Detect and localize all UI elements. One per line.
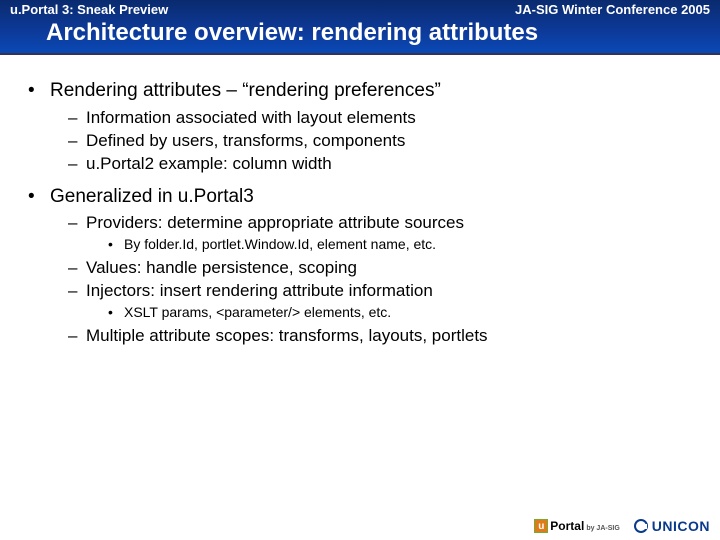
sub-list: –Information associated with layout elem…: [68, 107, 692, 175]
bullet-text: Multiple attribute scopes: transforms, l…: [86, 325, 488, 346]
sub-sub-list: •By folder.Id, portlet.Window.Id, elemen…: [108, 236, 692, 254]
bullet-text: Rendering attributes – “rendering prefer…: [50, 79, 441, 103]
slide-footer: u Portal by JA-SIG UNICON: [534, 518, 710, 534]
unicon-logo-icon: [634, 519, 648, 533]
slide-header: u.Portal 3: Sneak Preview JA-SIG Winter …: [0, 0, 720, 55]
dot-bullet-icon: •: [108, 304, 124, 322]
header-left-text: u.Portal 3: Sneak Preview: [10, 2, 168, 17]
bullet-list: • Rendering attributes – “rendering pref…: [28, 79, 692, 346]
header-right-text: JA-SIG Winter Conference 2005: [515, 2, 710, 17]
dash-bullet-icon: –: [68, 153, 86, 174]
header-top-row: u.Portal 3: Sneak Preview JA-SIG Winter …: [10, 2, 710, 17]
list-item: –Defined by users, transforms, component…: [68, 130, 692, 151]
bullet-text: Information associated with layout eleme…: [86, 107, 416, 128]
bullet-text: Providers: determine appropriate attribu…: [86, 212, 464, 233]
bullet-text: XSLT params, <parameter/> elements, etc.: [124, 304, 391, 322]
disc-bullet-icon: •: [28, 79, 50, 103]
list-item: –Providers: determine appropriate attrib…: [68, 212, 692, 253]
uportal-logo-text: Portal: [550, 519, 584, 533]
disc-bullet-icon: •: [28, 185, 50, 209]
bullet-text: Defined by users, transforms, components: [86, 130, 405, 151]
slide-title: Architecture overview: rendering attribu…: [10, 17, 710, 49]
uportal-logo-icon: u: [534, 519, 548, 533]
list-item: –Multiple attribute scopes: transforms, …: [68, 325, 692, 346]
list-item: •XSLT params, <parameter/> elements, etc…: [108, 304, 692, 322]
list-item: –u.Portal2 example: column width: [68, 153, 692, 174]
sub-list: –Providers: determine appropriate attrib…: [68, 212, 692, 346]
list-item: • Generalized in u.Portal3 –Providers: d…: [28, 185, 692, 347]
bullet-text: By folder.Id, portlet.Window.Id, element…: [124, 236, 436, 254]
dot-bullet-icon: •: [108, 236, 124, 254]
uportal-logo-subtext: by JA-SIG: [586, 525, 619, 533]
dash-bullet-icon: –: [68, 107, 86, 128]
list-item: •By folder.Id, portlet.Window.Id, elemen…: [108, 236, 692, 254]
bullet-text: u.Portal2 example: column width: [86, 153, 332, 174]
bullet-text: Generalized in u.Portal3: [50, 185, 254, 209]
sub-sub-list: •XSLT params, <parameter/> elements, etc…: [108, 304, 692, 322]
list-item: • Rendering attributes – “rendering pref…: [28, 79, 692, 175]
dash-bullet-icon: –: [68, 280, 86, 301]
unicon-logo-text: UNICON: [652, 518, 710, 534]
dash-bullet-icon: –: [68, 130, 86, 151]
slide-body: • Rendering attributes – “rendering pref…: [0, 55, 720, 540]
list-item: –Injectors: insert rendering attribute i…: [68, 280, 692, 321]
list-item: –Values: handle persistence, scoping: [68, 257, 692, 278]
bullet-text: Values: handle persistence, scoping: [86, 257, 357, 278]
dash-bullet-icon: –: [68, 257, 86, 278]
slide: u.Portal 3: Sneak Preview JA-SIG Winter …: [0, 0, 720, 540]
dash-bullet-icon: –: [68, 212, 86, 233]
bullet-text: Injectors: insert rendering attribute in…: [86, 280, 433, 301]
uportal-logo: u Portal by JA-SIG: [534, 519, 619, 533]
dash-bullet-icon: –: [68, 325, 86, 346]
unicon-logo: UNICON: [634, 518, 710, 534]
list-item: –Information associated with layout elem…: [68, 107, 692, 128]
